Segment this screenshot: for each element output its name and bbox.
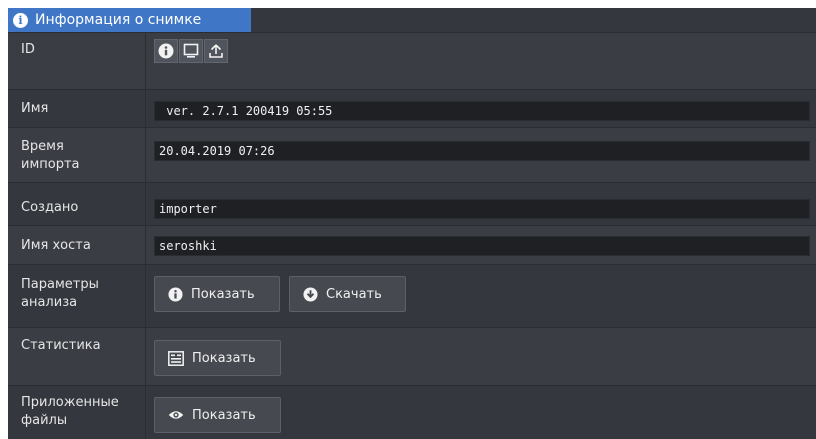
- statistics-label: Статистика: [21, 338, 101, 353]
- show-analysis-params-button[interactable]: Показать: [154, 276, 280, 312]
- column-divider: [145, 265, 146, 328]
- id-label: ID: [21, 42, 35, 57]
- import-time-label: Время импорта: [21, 139, 80, 172]
- name-field[interactable]: ver. 2.7.1 200419 05:55: [154, 101, 810, 121]
- hostname-label: Имя хоста: [21, 238, 91, 253]
- row-name: Имя ver. 2.7.1 200419 05:55: [8, 89, 816, 128]
- column-divider: [145, 183, 146, 226]
- column-divider: [145, 128, 146, 183]
- tab-snapshot-info[interactable]: i Информация о снимке: [8, 8, 251, 32]
- tab-title: Информация о снимке: [35, 12, 202, 28]
- row-attached-files: Приложенные файлы Показать: [8, 385, 816, 439]
- row-analysis-params: Параметры анализа Показать Скачать: [8, 264, 816, 328]
- show-label: Показать: [191, 286, 255, 302]
- monitor-icon: [183, 43, 199, 58]
- created-label: Создано: [21, 200, 79, 215]
- info-icon: [158, 43, 174, 59]
- column-divider: [145, 90, 146, 128]
- show-label: Показать: [192, 350, 256, 366]
- column-divider: [145, 386, 146, 439]
- row-id: ID: [8, 32, 816, 90]
- download-analysis-params-button[interactable]: Скачать: [289, 276, 406, 312]
- created-field[interactable]: importer: [154, 199, 810, 219]
- row-hostname: Имя хоста seroshki: [8, 225, 816, 265]
- show-label: Показать: [192, 407, 256, 423]
- column-divider: [145, 226, 146, 265]
- upload-button[interactable]: [204, 39, 228, 63]
- show-statistics-button[interactable]: Показать: [154, 340, 281, 376]
- import-time-field[interactable]: 20.04.2019 07:26: [154, 141, 810, 161]
- info-button[interactable]: [154, 39, 178, 63]
- attached-files-label: Приложенные файлы: [21, 395, 119, 428]
- snapshot-info-panel: i Информация о снимке ID Имя ver. 2.7.1 …: [8, 8, 816, 439]
- row-statistics: Статистика Показать: [8, 327, 816, 386]
- download-label: Скачать: [326, 286, 382, 302]
- download-icon: [303, 286, 318, 302]
- monitor-button[interactable]: [179, 39, 203, 63]
- column-divider: [145, 328, 146, 386]
- show-attached-files-button[interactable]: Показать: [154, 397, 281, 433]
- row-created: Создано importer: [8, 182, 816, 226]
- eye-icon: [168, 409, 184, 421]
- statistics-icon: [168, 350, 184, 366]
- panel-tab-bar: i Информация о снимке: [8, 8, 816, 32]
- name-label: Имя: [21, 101, 49, 116]
- info-icon: [168, 286, 183, 302]
- column-divider: [145, 33, 146, 90]
- upload-icon: [209, 44, 223, 58]
- hostname-field[interactable]: seroshki: [154, 236, 810, 256]
- analysis-params-label: Параметры анализа: [21, 277, 99, 310]
- info-icon: i: [13, 12, 28, 28]
- row-import-time: Время импорта 20.04.2019 07:26: [8, 127, 816, 183]
